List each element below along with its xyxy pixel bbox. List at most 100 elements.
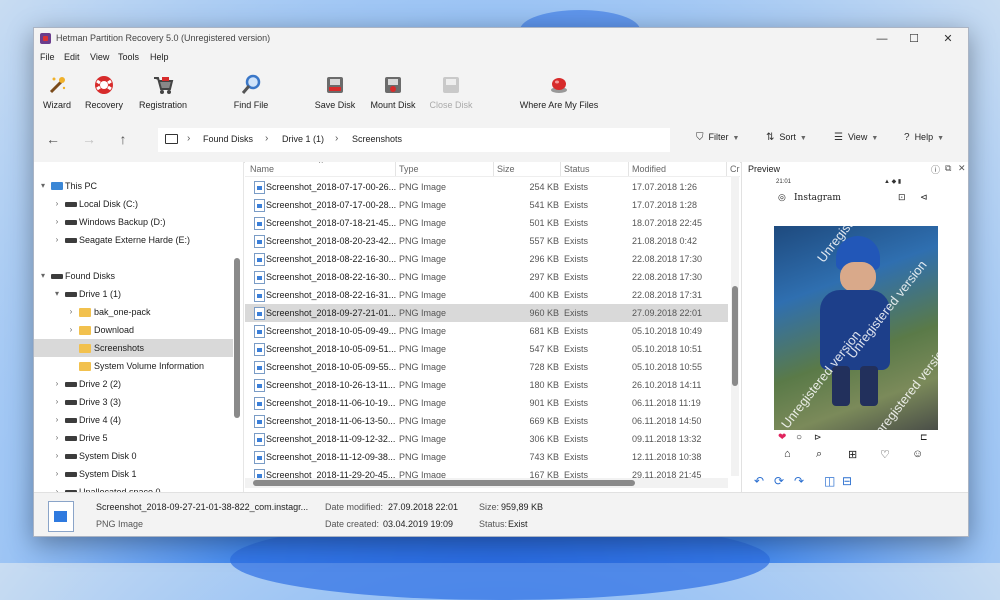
chevron-down-icon[interactable]: ▾ bbox=[52, 285, 62, 303]
tree-item-system-disk-0[interactable]: › System Disk 0 bbox=[34, 447, 233, 465]
disk-icon bbox=[65, 472, 77, 477]
menu-tools[interactable]: Tools bbox=[118, 52, 139, 62]
tree-item-local-disk[interactable]: › Local Disk (C:) bbox=[34, 195, 233, 213]
flip-vertical-icon[interactable]: ⊟ bbox=[842, 474, 852, 488]
table-row[interactable]: Screenshot_2018-10-05-09-51... PNG Image 5… bbox=[245, 340, 728, 358]
tree-item-drive1[interactable]: ▾ Drive 1 (1) bbox=[34, 285, 233, 303]
table-row[interactable]: Screenshot_2018-10-05-09-55... PNG Image 7… bbox=[245, 358, 728, 376]
chevron-down-icon[interactable]: ▾ bbox=[38, 267, 48, 285]
table-row[interactable]: Screenshot_2018-11-09-12-32... PNG Image 3… bbox=[245, 430, 728, 448]
tree-item-download[interactable]: › Download bbox=[34, 321, 233, 339]
file-list-horizontal-scrollbar[interactable] bbox=[245, 478, 728, 488]
tree-item-system-disk-1[interactable]: › System Disk 1 bbox=[34, 465, 233, 483]
maximize-button[interactable]: ☐ bbox=[898, 29, 930, 49]
tree-item-found-disks[interactable]: ▾ Found Disks bbox=[34, 267, 233, 285]
close-button[interactable]: ✕ bbox=[932, 29, 964, 49]
view-button[interactable]: ☰ View ▼ bbox=[834, 132, 878, 143]
menu-edit[interactable]: Edit bbox=[64, 52, 80, 62]
find-file-button[interactable]: Find File bbox=[230, 66, 272, 116]
close-icon[interactable]: ✕ bbox=[958, 163, 966, 174]
address-bar[interactable]: › Found Disks › Drive 1 (1) › Screenshot… bbox=[158, 128, 670, 152]
column-type[interactable]: Type bbox=[399, 164, 419, 174]
tree-item-drive5[interactable]: › Drive 5 bbox=[34, 429, 233, 447]
recovery-button[interactable]: Recovery bbox=[82, 66, 126, 116]
filter-button[interactable]: ⛉ Filter ▼ bbox=[696, 132, 739, 143]
mount-disk-button[interactable]: Mount Disk bbox=[368, 66, 418, 116]
column-modified[interactable]: Modified bbox=[632, 164, 666, 174]
table-row[interactable]: Screenshot_2018-11-06-13-50... PNG Image 6… bbox=[245, 412, 728, 430]
scrollbar-thumb[interactable] bbox=[732, 286, 738, 386]
chevron-right-icon[interactable]: › bbox=[52, 483, 62, 492]
chevron-right-icon[interactable]: › bbox=[66, 321, 76, 339]
tree-item-seagate[interactable]: › Seagate Externe Harde (E:) bbox=[34, 231, 233, 249]
chevron-down-icon[interactable]: ▾ bbox=[38, 177, 48, 195]
chevron-right-icon[interactable]: › bbox=[52, 411, 62, 429]
table-row[interactable]: Screenshot_2018-08-20-23-42... PNG Image 5… bbox=[245, 232, 728, 250]
table-row[interactable]: Screenshot_2018-08-22-16-30... PNG Image 2… bbox=[245, 268, 728, 286]
menu-help[interactable]: Help bbox=[150, 52, 169, 62]
tree-item-screenshots[interactable]: Screenshots bbox=[34, 339, 233, 357]
menu-file[interactable]: File bbox=[40, 52, 55, 62]
save-disk-button[interactable]: Save Disk bbox=[312, 66, 358, 116]
table-row[interactable]: Screenshot_2018-11-12-09-38... PNG Image 7… bbox=[245, 448, 728, 466]
help-button[interactable]: ? Help ▼ bbox=[904, 132, 944, 143]
tree-scrollbar[interactable] bbox=[234, 258, 240, 418]
wizard-button[interactable]: Wizard bbox=[38, 66, 76, 116]
table-row[interactable]: Screenshot_2018-08-22-16-30... PNG Image 2… bbox=[245, 250, 728, 268]
close-disk-button[interactable]: Close Disk bbox=[428, 66, 474, 116]
rotate-icon[interactable]: ⟳ bbox=[774, 474, 784, 488]
breadcrumb-screenshots[interactable]: Screenshots bbox=[352, 134, 402, 144]
file-list-vertical-scrollbar[interactable] bbox=[731, 176, 739, 476]
table-row[interactable]: Screenshot_2018-11-06-10-19... PNG Image 9… bbox=[245, 394, 728, 412]
column-created[interactable]: Cr bbox=[730, 164, 740, 174]
rotate-left-icon[interactable]: ↶ bbox=[754, 474, 764, 488]
tree-item-windows-backup[interactable]: › Windows Backup (D:) bbox=[34, 213, 233, 231]
up-arrow-icon[interactable]: ↑ bbox=[112, 128, 134, 150]
tree-item-drive4[interactable]: › Drive 4 (4) bbox=[34, 411, 233, 429]
table-row[interactable]: Screenshot_2018-10-05-09-49... PNG Image 6… bbox=[245, 322, 728, 340]
back-arrow-icon[interactable]: ← bbox=[42, 128, 64, 150]
where-are-my-files-button[interactable]: Where Are My Files bbox=[518, 66, 600, 116]
tree-item-system-volume-information[interactable]: System Volume Information bbox=[34, 357, 233, 375]
chevron-right-icon[interactable]: › bbox=[52, 231, 62, 249]
sort-button[interactable]: ⇅ Sort ▼ bbox=[766, 132, 807, 143]
column-divider[interactable] bbox=[628, 162, 629, 176]
registration-button[interactable]: Registration bbox=[134, 66, 192, 116]
column-divider[interactable] bbox=[395, 162, 396, 176]
rotate-right-icon[interactable]: ↷ bbox=[794, 474, 804, 488]
column-status[interactable]: Status bbox=[564, 164, 590, 174]
chevron-right-icon[interactable]: › bbox=[66, 303, 76, 321]
table-row[interactable]: Screenshot_2018-10-26-13-11... PNG Image 1… bbox=[245, 376, 728, 394]
tree-item-drive2[interactable]: › Drive 2 (2) bbox=[34, 375, 233, 393]
tree-item-this-pc[interactable]: ▾ This PC bbox=[34, 177, 233, 195]
forward-arrow-icon[interactable]: → bbox=[78, 128, 100, 150]
breadcrumb-found-disks[interactable]: Found Disks bbox=[203, 134, 253, 144]
chevron-right-icon[interactable]: › bbox=[52, 195, 62, 213]
info-icon[interactable]: ⓘ bbox=[931, 163, 940, 176]
table-row[interactable]: Screenshot_2018-07-18-21-45... PNG Image 5… bbox=[245, 214, 728, 232]
table-row[interactable]: Screenshot_2018-08-22-16-31... PNG Image 4… bbox=[245, 286, 728, 304]
flip-horizontal-icon[interactable]: ◫ bbox=[824, 474, 835, 488]
column-size[interactable]: Size bbox=[497, 164, 515, 174]
menu-view[interactable]: View bbox=[90, 52, 109, 62]
table-row[interactable]: Screenshot_2018-07-17-00-28... PNG Image 5… bbox=[245, 196, 728, 214]
chevron-right-icon[interactable]: › bbox=[52, 465, 62, 483]
chevron-right-icon[interactable]: › bbox=[52, 393, 62, 411]
chevron-right-icon[interactable]: › bbox=[52, 447, 62, 465]
chevron-right-icon[interactable]: › bbox=[52, 429, 62, 447]
chevron-right-icon[interactable]: › bbox=[52, 375, 62, 393]
column-name[interactable]: Name bbox=[250, 164, 274, 174]
table-row[interactable]: Screenshot_2018-07-17-00-26... PNG Image 2… bbox=[245, 178, 728, 196]
tree-item-bak-one-pack[interactable]: › bak_one-pack bbox=[34, 303, 233, 321]
minimize-button[interactable]: — bbox=[866, 29, 898, 49]
pin-icon[interactable]: ⧉ bbox=[945, 163, 951, 174]
breadcrumb-drive1[interactable]: Drive 1 (1) bbox=[282, 134, 324, 144]
column-divider[interactable] bbox=[560, 162, 561, 176]
chevron-right-icon[interactable]: › bbox=[52, 213, 62, 231]
column-divider[interactable] bbox=[726, 162, 727, 176]
tree-item-drive3[interactable]: › Drive 3 (3) bbox=[34, 393, 233, 411]
scrollbar-thumb[interactable] bbox=[253, 480, 635, 486]
table-row[interactable]: Screenshot_2018-09-27-21-01... PNG Image 9… bbox=[245, 304, 728, 322]
column-divider[interactable] bbox=[493, 162, 494, 176]
tree-item-unallocated[interactable]: › Unallocated space 0 bbox=[34, 483, 233, 492]
